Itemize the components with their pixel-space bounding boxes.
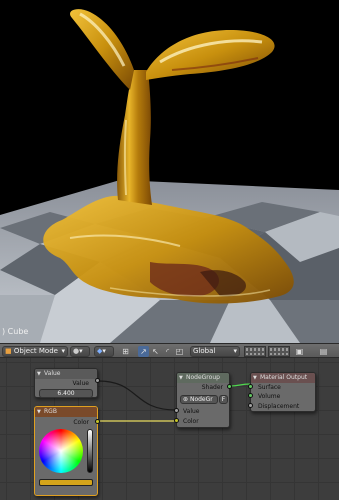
- material-output-title: Material Output: [260, 374, 308, 381]
- 3d-viewport[interactable]: ) Cube: [0, 0, 339, 343]
- mode-select-label: Object Mode: [13, 347, 58, 355]
- color-wheel[interactable]: [39, 429, 83, 473]
- group-node[interactable]: ▼ NodeGroup Shader ⊛ NodeGr F Value Colo…: [176, 372, 230, 428]
- value-node[interactable]: ▼ Value Value 6.400: [34, 368, 98, 398]
- group-output-socket[interactable]: [227, 384, 232, 389]
- render-image: [0, 0, 339, 343]
- chevron-down-icon: ▾: [102, 347, 106, 355]
- value-field[interactable]: 6.400: [39, 389, 93, 398]
- group-node-header[interactable]: ▼ NodeGroup: [177, 373, 229, 383]
- volume-input-socket[interactable]: [248, 393, 253, 398]
- surface-input-socket[interactable]: [248, 384, 253, 389]
- orientation-select-label: Global: [193, 347, 216, 355]
- rgb-node[interactable]: ▼ RGB Color: [34, 406, 98, 496]
- mode-select[interactable]: ■ Object Mode ▾: [2, 346, 68, 357]
- object-name-overlay: ) Cube: [2, 327, 29, 336]
- chevron-down-icon: ▾: [233, 347, 237, 355]
- rgb-node-header[interactable]: ▼ RGB: [35, 407, 97, 417]
- manipulator-rotate-icon[interactable]: ◜: [162, 346, 173, 357]
- collapse-arrow-icon[interactable]: ▼: [37, 407, 41, 417]
- volume-input-label: Volume: [258, 393, 281, 400]
- manipulator-translate-icon[interactable]: ↗: [138, 346, 149, 357]
- displacement-input-socket[interactable]: [248, 403, 253, 408]
- orientation-select[interactable]: Global ▾: [190, 346, 240, 357]
- layers-left-grid[interactable]: [244, 346, 266, 357]
- manipulator-scale-icon[interactable]: ◰: [174, 346, 185, 357]
- snap-icon[interactable]: ⊞: [120, 346, 131, 357]
- manipulator-translate-axis-icon[interactable]: ↖: [150, 346, 161, 357]
- viewport-header: ■ Object Mode ▾ ●▾ ◆▾ ⊞ ↗ ↖ ◜ ◰ Global ▾…: [0, 343, 339, 358]
- value-node-title: Value: [44, 370, 61, 377]
- material-output-header[interactable]: ▼ Material Output: [251, 373, 315, 383]
- layers-right-grid[interactable]: [268, 346, 290, 357]
- chevron-down-icon: ▾: [79, 347, 83, 355]
- value-output-socket[interactable]: [95, 378, 100, 383]
- group-input-value-socket[interactable]: [174, 408, 179, 413]
- fake-user-button[interactable]: F: [219, 395, 228, 404]
- render-icon[interactable]: ▤: [318, 346, 329, 357]
- group-node-title: NodeGroup: [186, 374, 220, 381]
- value-node-header[interactable]: ▼ Value: [35, 369, 97, 379]
- group-datablock-field[interactable]: ⊛ NodeGr: [180, 395, 218, 404]
- collapse-arrow-icon[interactable]: ▼: [179, 373, 183, 383]
- node-tree-icon: ⊛: [183, 396, 189, 403]
- group-output-label: Shader: [201, 384, 223, 391]
- collapse-arrow-icon[interactable]: ▼: [37, 369, 41, 379]
- node-editor[interactable]: ▼ Value Value 6.400 ▼ RGB Color ▼ NodeGr…: [0, 358, 339, 500]
- chevron-down-icon: ▾: [61, 347, 65, 355]
- collapse-arrow-icon[interactable]: ▼: [253, 373, 257, 383]
- material-output-node[interactable]: ▼ Material Output Surface Volume Displac…: [250, 372, 316, 412]
- rgb-node-title: RGB: [44, 408, 57, 415]
- value-slider[interactable]: [87, 429, 93, 473]
- group-datablock-name: NodeGr: [189, 396, 213, 403]
- rgb-output-socket[interactable]: [95, 419, 100, 424]
- group-input-value-label: Value: [183, 408, 200, 415]
- viewport-shading-select[interactable]: ●▾: [70, 346, 90, 357]
- value-output-label: Value: [72, 380, 89, 387]
- displacement-input-label: Displacement: [258, 403, 300, 410]
- group-input-color-socket[interactable]: [174, 418, 179, 423]
- color-swatch[interactable]: [39, 479, 93, 486]
- pivot-select[interactable]: ◆▾: [94, 346, 114, 357]
- group-input-color-label: Color: [183, 418, 199, 425]
- cube-icon: ■: [5, 347, 12, 355]
- lock-icon[interactable]: ▣: [294, 346, 305, 357]
- surface-input-label: Surface: [258, 384, 281, 391]
- rgb-output-label: Color: [73, 419, 89, 426]
